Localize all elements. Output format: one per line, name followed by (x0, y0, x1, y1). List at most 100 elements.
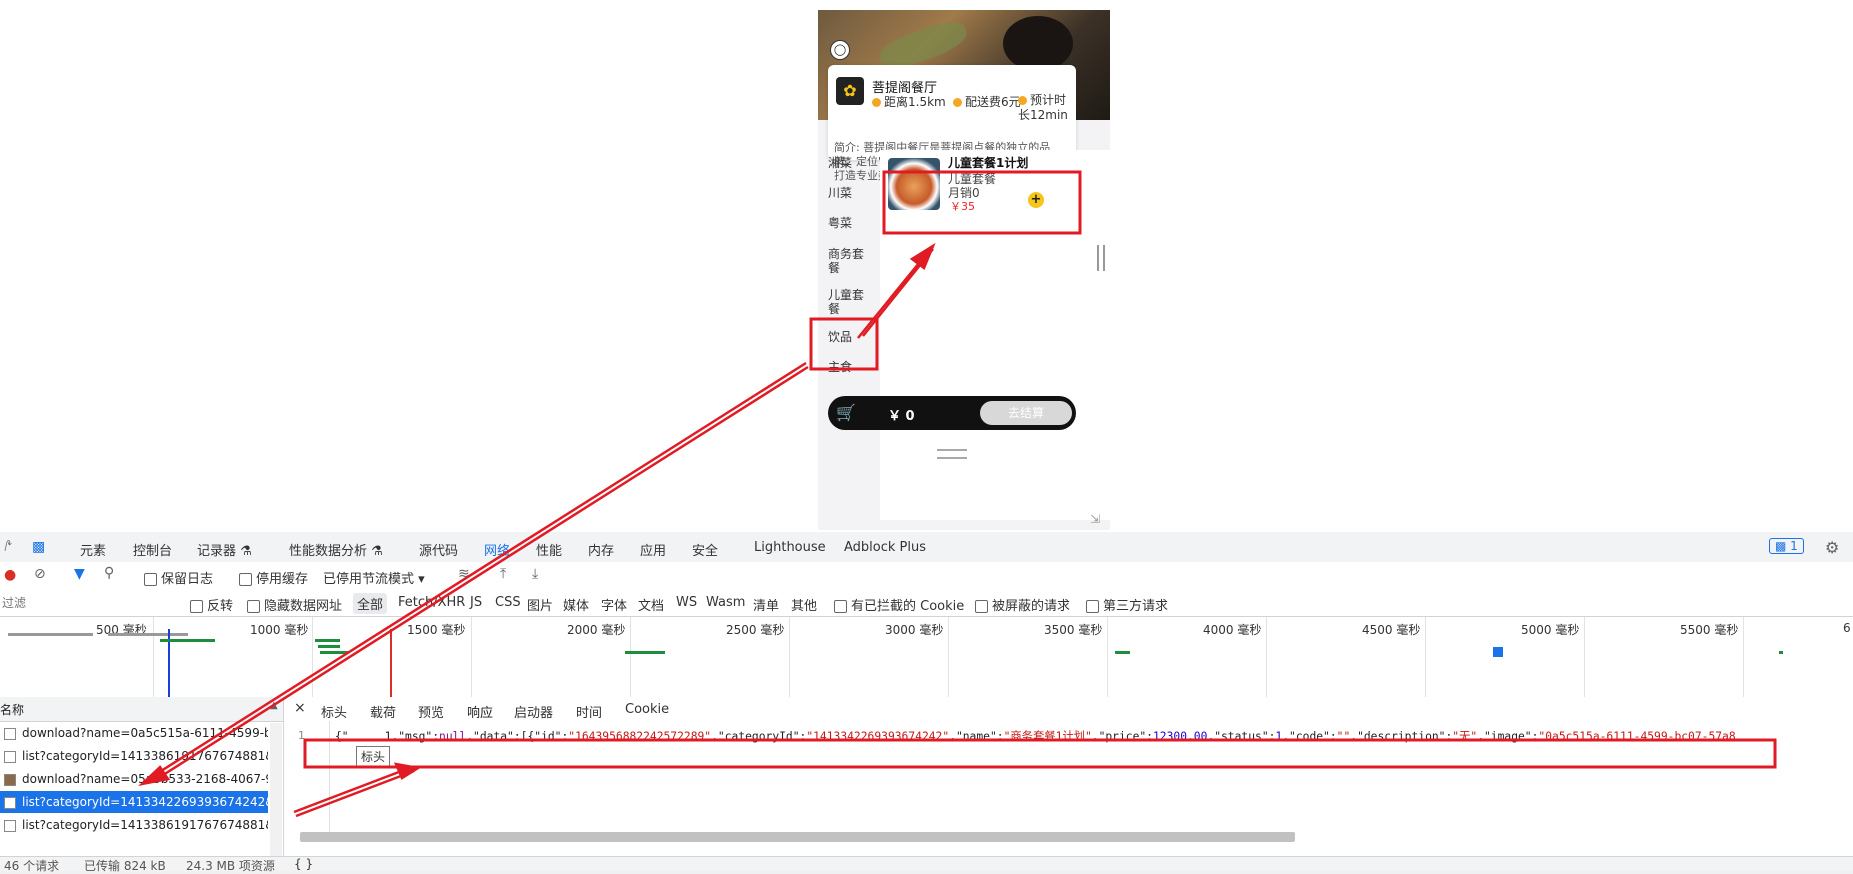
response-horizontal-scrollbar[interactable] (300, 832, 1295, 842)
request-row[interactable]: list?categoryId=1413386191767674881&s (0, 745, 268, 767)
blocked-cookies-check[interactable] (834, 600, 847, 613)
devtools-tabbar: ⭚ ▩ 元素 控制台 记录器 ⚗ 性能数据分析 ⚗ 源代码 网络 性能 内存 应… (0, 532, 1853, 565)
timeline-gridline (1584, 617, 1585, 697)
blocked-requests-check[interactable] (975, 600, 988, 613)
hide-data-urls-checkbox[interactable]: 隐藏数据网址 (247, 595, 342, 614)
add-to-cart-button[interactable]: + (1028, 192, 1044, 208)
drag-handle-icon[interactable] (937, 449, 967, 459)
invert-label: 反转 (207, 599, 234, 614)
request-row-selected[interactable]: list?categoryId=1413342269393674242&s (0, 791, 268, 813)
category-staple[interactable]: 主食 (828, 360, 872, 374)
tab-application[interactable]: 应用 (640, 540, 666, 559)
tab-headers[interactable]: 标头 (321, 702, 347, 721)
filter-manifest[interactable]: 清单 (753, 595, 779, 614)
filter-other[interactable]: 其他 (791, 595, 817, 614)
response-body[interactable]: 1 {" 1,"msg":null,"data":[{"id":"16439568… (284, 721, 1853, 841)
settings-gear-icon[interactable]: ⚙ (1825, 538, 1839, 557)
export-har-icon[interactable]: ⤓ (532, 566, 538, 582)
device-toolbar-icon[interactable]: ▩ (32, 539, 45, 555)
filter-bar: 反转 隐藏数据网址 全部 Fetch/XHR JS CSS 图片 媒体 字体 文… (0, 590, 1853, 617)
cart-icon[interactable]: 🛒 (836, 400, 862, 426)
network-timeline-overview[interactable]: 500 毫秒 1000 毫秒 1500 毫秒 2000 毫秒 2500 毫秒 3… (0, 617, 1853, 698)
invert-check[interactable] (190, 600, 203, 613)
tab-elements[interactable]: 元素 (80, 540, 106, 559)
filter-wasm[interactable]: Wasm (706, 595, 745, 610)
dish-image[interactable] (888, 158, 940, 210)
category-business-set[interactable]: 商务套餐 (828, 247, 872, 275)
tab-initiator[interactable]: 启动器 (514, 702, 553, 721)
category-chuan[interactable]: 川菜 (828, 186, 872, 200)
request-row[interactable]: list?categoryId=1413386191767674881&s (0, 814, 268, 836)
preserve-log-check[interactable] (144, 573, 157, 586)
blocked-cookies-checkbox[interactable]: 有已拦截的 Cookie (834, 595, 964, 614)
import-har-icon[interactable]: ⤒ (500, 566, 506, 582)
third-party-label: 第三方请求 (1103, 599, 1169, 614)
tab-payload[interactable]: 载荷 (370, 702, 396, 721)
filter-icon[interactable]: ▼ (74, 566, 85, 582)
filter-input[interactable] (0, 593, 184, 613)
filter-fetch-xhr[interactable]: Fetch/XHR (398, 595, 465, 610)
tab-cookies[interactable]: Cookie (625, 702, 669, 717)
tab-adblock-plus[interactable]: Adblock Plus (844, 540, 926, 555)
timeline-label: 4000 毫秒 (1203, 623, 1262, 637)
request-row[interactable]: download?name=0a5c515a-6111-4599-b... (0, 722, 268, 744)
request-list-scrollbar[interactable] (270, 723, 282, 869)
filter-css[interactable]: CSS (495, 595, 521, 610)
category-yue[interactable]: 粤菜 (828, 216, 872, 230)
file-icon (4, 750, 16, 763)
tab-security[interactable]: 安全 (692, 540, 718, 559)
tab-lighthouse[interactable]: Lighthouse (754, 540, 826, 555)
tab-memory[interactable]: 内存 (588, 540, 614, 559)
disable-cache-checkbox[interactable]: 停用缓存 (239, 568, 308, 587)
timeline-bar (1115, 651, 1130, 654)
tab-performance-insights[interactable]: 性能数据分析 ⚗ (289, 540, 383, 559)
tab-preview[interactable]: 预览 (418, 702, 444, 721)
pretty-print-button[interactable]: { } (294, 857, 313, 871)
filter-doc[interactable]: 文档 (638, 595, 664, 614)
clear-icon[interactable]: ⊘ (34, 566, 46, 582)
close-icon[interactable]: × (294, 700, 306, 716)
json-token: ,"status": (1207, 730, 1276, 743)
filter-ws[interactable]: WS (676, 595, 697, 610)
filter-media[interactable]: 媒体 (563, 595, 589, 614)
category-drinks[interactable]: 饮品 (828, 330, 872, 344)
preserve-log-checkbox[interactable]: 保留日志 (144, 568, 213, 587)
third-party-check[interactable] (1086, 600, 1099, 613)
timeline-gridline (1425, 617, 1426, 697)
inspect-element-icon[interactable]: ⭚ (4, 539, 12, 555)
json-token: {" (335, 730, 349, 743)
tab-console[interactable]: 控制台 (133, 540, 172, 559)
issues-badge[interactable]: ▩ 1 (1769, 538, 1804, 554)
blocked-requests-checkbox[interactable]: 被屏蔽的请求 (975, 595, 1070, 614)
viewport-resize-handle-icon[interactable] (1097, 245, 1105, 271)
tab-timing[interactable]: 时间 (576, 702, 602, 721)
checkout-button[interactable]: 去结算 (980, 401, 1072, 425)
tab-recorder[interactable]: 记录器 ⚗ (197, 540, 252, 559)
request-row[interactable]: download?name=05a5b533-2168-4067-9... (0, 768, 268, 790)
category-kids-set[interactable]: 儿童套餐 (828, 288, 872, 316)
timeline-bar (160, 639, 215, 642)
invert-checkbox[interactable]: 反转 (190, 595, 233, 614)
record-icon[interactable]: ● (4, 567, 16, 583)
filter-js[interactable]: JS (470, 595, 482, 610)
network-conditions-icon[interactable]: ≋ (458, 566, 470, 582)
message-icon: ▩ (1775, 539, 1787, 553)
timeline-bar (1493, 647, 1503, 657)
sort-arrow-icon[interactable]: ▲ (270, 700, 278, 711)
throttle-select[interactable]: 已停用节流模式 ▾ (323, 568, 425, 587)
viewport-corner-resize-icon[interactable]: ⇲ (1090, 512, 1102, 526)
third-party-checkbox[interactable]: 第三方请求 (1086, 595, 1168, 614)
json-token: ,"price": (1091, 730, 1153, 743)
disable-cache-check[interactable] (239, 573, 252, 586)
name-column-header[interactable]: 名称 (0, 701, 24, 718)
hide-data-urls-check[interactable] (247, 600, 260, 613)
category-xiang[interactable]: 湘菜 (828, 156, 872, 170)
filter-all[interactable]: 全部 (353, 593, 388, 614)
tab-performance[interactable]: 性能 (536, 540, 562, 559)
json-token: ,"description": (1350, 730, 1453, 743)
filter-font[interactable]: 字体 (601, 595, 627, 614)
tab-sources[interactable]: 源代码 (419, 540, 458, 559)
search-icon[interactable]: ⚲ (104, 565, 114, 581)
filter-images[interactable]: 图片 (527, 595, 553, 614)
user-icon[interactable]: ◯ (830, 40, 850, 60)
